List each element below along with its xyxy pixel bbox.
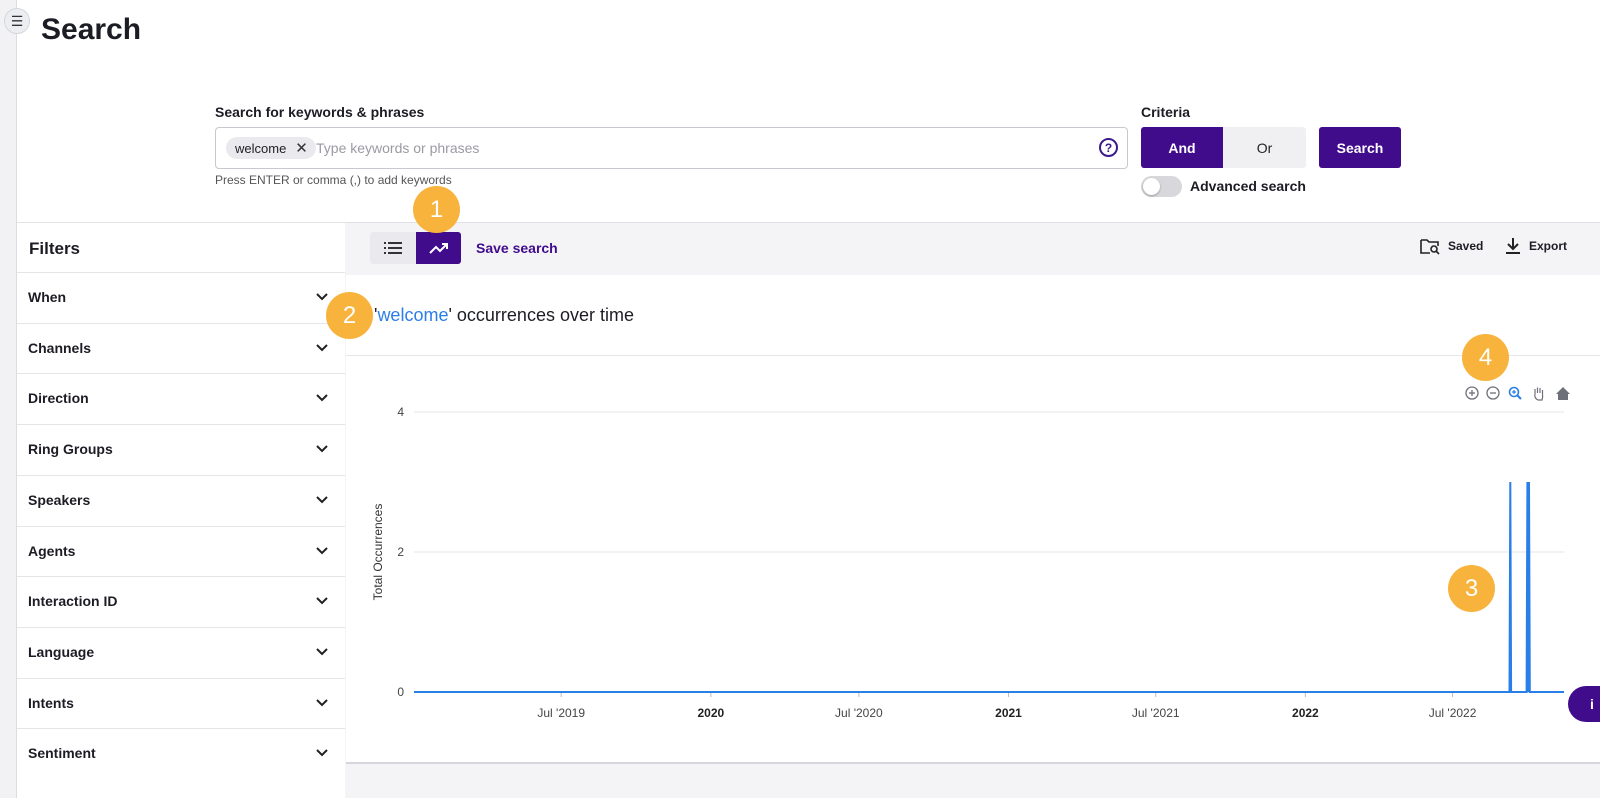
y-axis-label: Total Occurrences xyxy=(371,504,385,601)
info-button[interactable]: i xyxy=(1568,686,1600,722)
keyword-search-box[interactable]: welcome ✕ ? xyxy=(215,127,1128,169)
criteria-and-button[interactable]: And xyxy=(1141,127,1223,168)
list-view-button[interactable] xyxy=(370,232,416,264)
chart-view-button[interactable] xyxy=(416,232,461,264)
saved-button[interactable]: Saved xyxy=(1420,237,1483,255)
keyword-chip: welcome ✕ xyxy=(226,137,316,159)
chevron-down-icon xyxy=(316,293,328,301)
filter-label: Interaction ID xyxy=(28,593,118,610)
filter-label: Ring Groups xyxy=(28,441,113,458)
left-rail xyxy=(0,0,17,798)
filter-agents[interactable]: Agents xyxy=(17,525,345,576)
menu-toggle-button[interactable]: ☰ xyxy=(4,8,30,34)
filter-label: Direction xyxy=(28,390,89,407)
chevron-down-icon xyxy=(316,445,328,453)
chevron-down-icon xyxy=(316,648,328,656)
filter-intents[interactable]: Intents xyxy=(17,677,345,728)
filter-when[interactable]: When xyxy=(17,272,345,322)
advanced-search-label: Advanced search xyxy=(1190,178,1306,194)
step-badge-3: 3 xyxy=(1448,565,1495,612)
hamburger-icon: ☰ xyxy=(10,12,24,29)
x-tick-label: 2020 xyxy=(698,706,725,720)
chevron-down-icon xyxy=(316,749,328,757)
remove-chip-icon[interactable]: ✕ xyxy=(295,139,308,157)
y-tick-label: 2 xyxy=(397,545,404,559)
filter-speakers[interactable]: Speakers xyxy=(17,474,345,525)
occurrences-chart: 0 2 4 Total Occurrences Jul '2019 2020 Jul '20… xyxy=(371,386,1570,720)
filter-label: Intents xyxy=(28,694,74,711)
filter-label: Agents xyxy=(28,542,76,559)
x-tick-label: Jul '2022 xyxy=(1429,706,1477,720)
zoom-out-icon[interactable] xyxy=(1486,386,1500,400)
saved-search-icon xyxy=(1420,239,1440,255)
filter-channels[interactable]: Channels xyxy=(17,322,345,373)
trending-up-icon xyxy=(428,243,448,254)
step-badge-2: 2 xyxy=(326,292,373,339)
filter-language[interactable]: Language xyxy=(17,626,345,677)
filter-label: Speakers xyxy=(28,491,91,508)
filter-label: When xyxy=(28,289,67,305)
series-line xyxy=(414,481,1564,693)
chart-card: 'welcome' occurrences over time 0 2 4 Total… xyxy=(346,275,1600,764)
export-label: Export xyxy=(1529,239,1568,253)
toggle-knob xyxy=(1143,178,1160,195)
download-icon xyxy=(1506,238,1520,254)
x-tick-label: Jul '2021 xyxy=(1132,706,1180,720)
filter-label: Language xyxy=(28,643,95,660)
search-hint: Press ENTER or comma (,) to add keywords xyxy=(215,173,452,187)
export-button[interactable]: Export xyxy=(1505,237,1567,255)
x-tick-label: Jul '2020 xyxy=(835,706,883,720)
filter-sentiment[interactable]: Sentiment xyxy=(17,728,345,778)
chevron-down-icon xyxy=(316,597,328,605)
criteria-label: Criteria xyxy=(1141,104,1191,120)
page-title: Search xyxy=(41,13,142,46)
filter-label: Channels xyxy=(28,339,92,356)
filter-label: Sentiment xyxy=(28,745,96,762)
chevron-down-icon xyxy=(316,343,328,352)
chevron-down-icon xyxy=(316,546,328,554)
y-tick-label: 4 xyxy=(397,405,404,419)
chevron-down-icon xyxy=(316,394,328,402)
help-icon[interactable]: ? xyxy=(1099,138,1118,157)
search-input[interactable] xyxy=(316,136,1076,160)
zoom-in-icon[interactable] xyxy=(1465,386,1479,400)
pan-icon[interactable] xyxy=(1534,387,1544,401)
x-tick-label: 2022 xyxy=(1292,706,1319,720)
step-badge-1: 1 xyxy=(413,186,460,233)
filters-title: Filters xyxy=(29,239,81,258)
step-badge-4: 4 xyxy=(1462,334,1509,381)
filter-ring-groups[interactable]: Ring Groups xyxy=(17,424,345,474)
list-icon xyxy=(384,242,402,254)
x-tick-label: Jul '2019 xyxy=(537,706,585,720)
filters-panel: Filters When Channels Direction Ring Groups… xyxy=(17,223,345,798)
zoom-select-icon[interactable] xyxy=(1508,386,1522,400)
saved-label: Saved xyxy=(1448,239,1484,253)
chevron-down-icon xyxy=(316,496,328,504)
chevron-down-icon xyxy=(316,698,328,707)
keyword-chip-label: welcome xyxy=(235,140,287,156)
save-search-link[interactable]: Save search xyxy=(476,240,558,256)
filter-direction[interactable]: Direction xyxy=(17,373,345,423)
search-button[interactable]: Search xyxy=(1319,127,1401,168)
criteria-or-button[interactable]: Or xyxy=(1223,127,1306,168)
y-tick-label: 0 xyxy=(397,685,404,699)
home-icon[interactable] xyxy=(1556,387,1570,400)
filter-interaction-id[interactable]: Interaction ID xyxy=(17,576,345,626)
advanced-search-toggle[interactable] xyxy=(1141,176,1182,197)
search-label: Search for keywords & phrases xyxy=(215,104,425,120)
x-tick-label: 2021 xyxy=(995,706,1022,720)
